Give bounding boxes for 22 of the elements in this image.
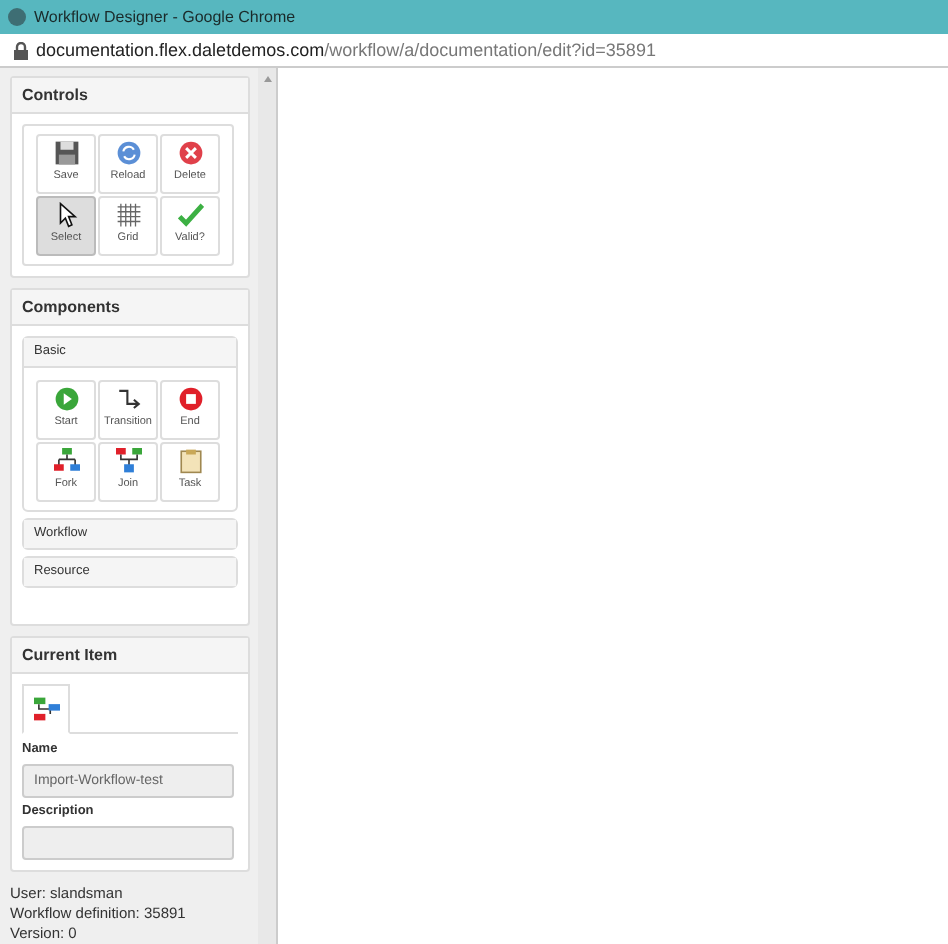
join-icon — [115, 448, 141, 474]
validate-icon — [177, 202, 203, 228]
fork-icon — [53, 448, 79, 474]
clipboard-icon — [177, 448, 203, 474]
scrollbar[interactable] — [258, 68, 276, 944]
lock-icon — [14, 41, 28, 59]
panel-header: Components — [12, 290, 248, 326]
stop-icon — [177, 386, 203, 412]
grid-icon — [115, 202, 141, 228]
window-title: Workflow Designer - Google Chrome — [34, 8, 296, 26]
save-icon — [53, 140, 79, 166]
play-icon — [53, 386, 79, 412]
item-tab[interactable] — [22, 684, 70, 734]
url-path: /workflow/a/documentation/edit?id=35891 — [324, 40, 656, 60]
reload-icon — [115, 140, 141, 166]
step-arrow-icon — [115, 386, 141, 412]
delete-icon — [177, 140, 203, 166]
scroll-up-icon[interactable] — [263, 76, 272, 82]
workflow-icon — [33, 696, 59, 722]
panel-header: Current Item — [12, 638, 248, 674]
panel-header: Controls — [12, 78, 248, 114]
url-host: documentation.flex.daletdemos.com — [36, 40, 325, 60]
